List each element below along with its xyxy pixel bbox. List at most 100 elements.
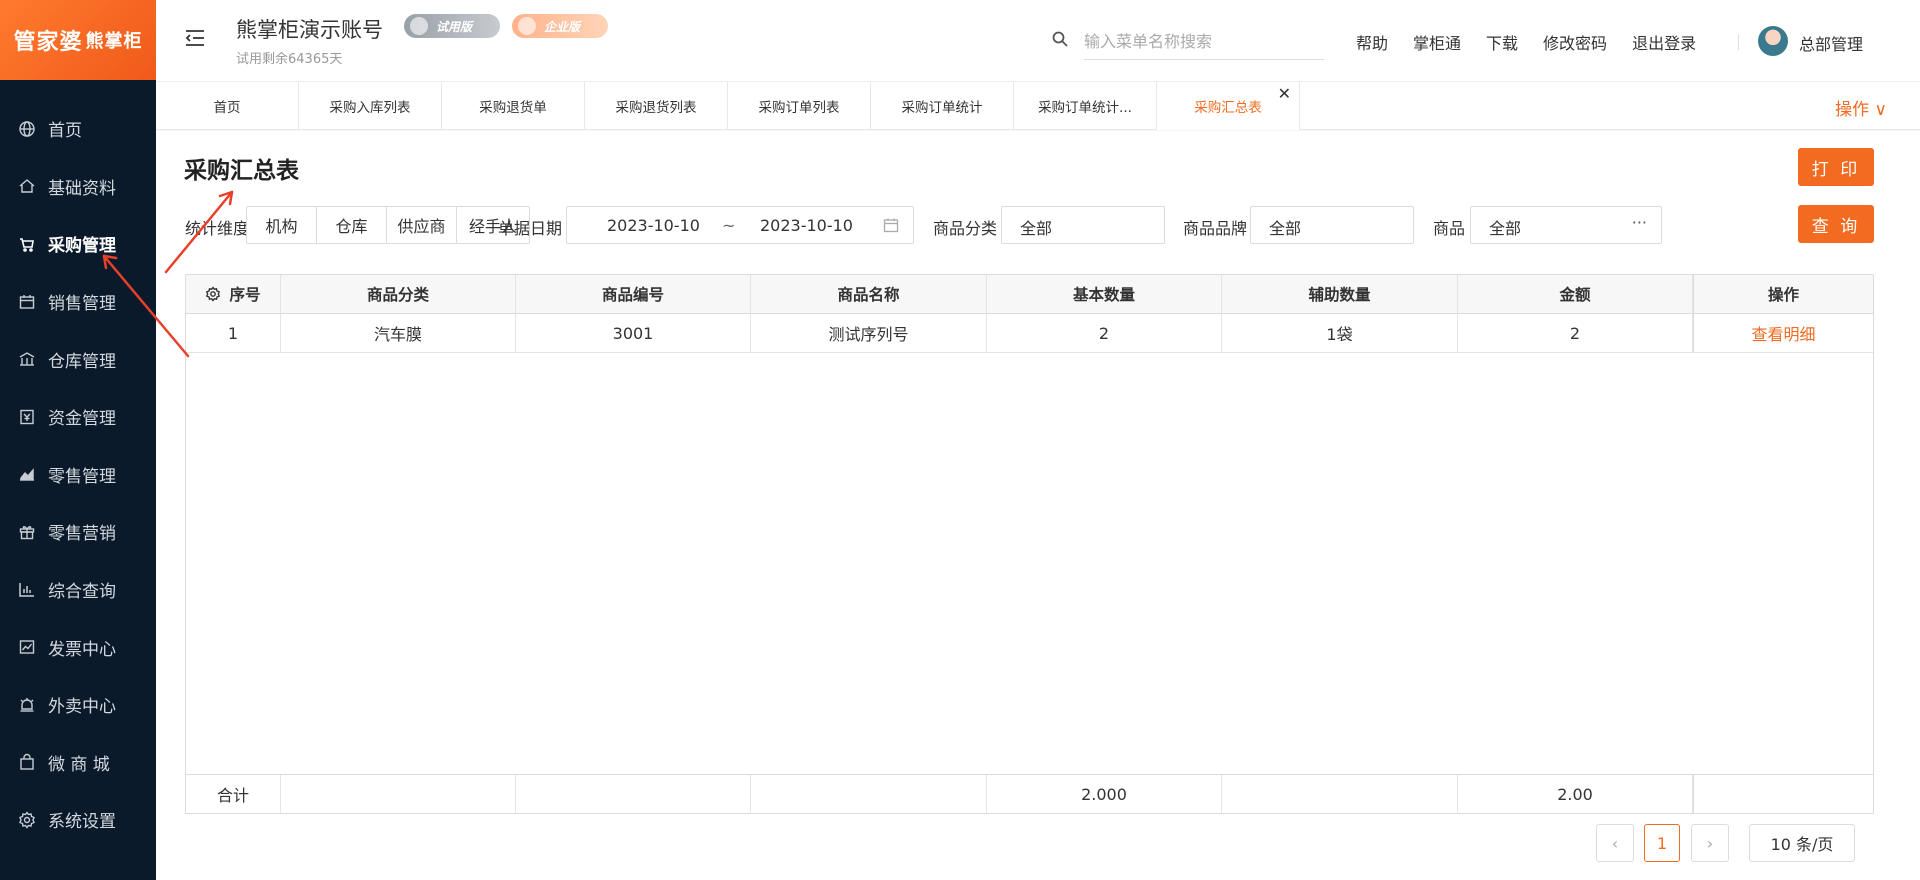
bar-chart-icon: [18, 581, 36, 599]
date-end[interactable]: 2023-10-10: [760, 216, 853, 235]
sidebar-item-mall[interactable]: 微 商 城: [0, 734, 156, 792]
table-total-row: 合计 2.000 2.00: [186, 774, 1873, 813]
cell-aux-qty: 1袋: [1222, 314, 1458, 352]
header-index[interactable]: 序号: [186, 275, 281, 313]
dimension-segmented-control: 机构 仓库 供应商 经手人: [246, 206, 530, 244]
dimension-supplier[interactable]: 供应商: [387, 207, 457, 243]
dimension-org[interactable]: 机构: [247, 207, 317, 243]
page-tabs: 首页 采购入库列表 采购退货单 采购退货列表 采购订单列表 采购订单统计 采购订…: [156, 82, 1920, 130]
page-title: 采购汇总表: [184, 158, 299, 184]
sidebar-item-label: 仓库管理: [48, 351, 116, 372]
table-row[interactable]: 1 汽车膜 3001 测试序列号 2 1袋 2 查看明细: [186, 314, 1873, 353]
header-label: 序号: [229, 286, 261, 304]
dimension-warehouse[interactable]: 仓库: [317, 207, 387, 243]
sidebar-item-retail-marketing[interactable]: 零售营销: [0, 503, 156, 561]
category-select[interactable]: 全部: [1001, 206, 1165, 244]
print-button[interactable]: 打 印: [1798, 148, 1874, 186]
home-icon: [18, 177, 36, 195]
brand-logo[interactable]: 管家婆 熊掌柜: [0, 0, 156, 80]
total-empty: [516, 775, 751, 813]
total-empty: [1693, 775, 1873, 813]
tab-purchase-return[interactable]: 采购退货单: [442, 82, 585, 130]
product-label: 商品: [1433, 219, 1466, 238]
close-icon[interactable]: ✕: [1278, 84, 1291, 103]
avatar[interactable]: [1758, 26, 1788, 56]
more-icon[interactable]: ···: [1632, 213, 1647, 232]
sidebar-item-label: 发票中心: [48, 639, 116, 660]
sidebar-item-label: 零售营销: [48, 524, 116, 545]
sidebar-item-label: 首页: [48, 121, 82, 142]
globe-icon: [18, 120, 36, 138]
brand-name: 管家婆: [13, 30, 83, 55]
header-category: 商品分类: [281, 275, 516, 313]
calendar-icon[interactable]: [883, 217, 899, 233]
tab-home[interactable]: 首页: [156, 82, 299, 130]
sidebar-item-takeout[interactable]: 外卖中心: [0, 676, 156, 734]
date-range-picker[interactable]: 2023-10-10 ~ 2023-10-10: [566, 206, 914, 244]
dimension-label: 统计维度: [185, 219, 250, 238]
header-actions: 操作: [1693, 275, 1873, 313]
sidebar-item-label: 采购管理: [48, 236, 116, 257]
sidebar-item-label: 资金管理: [48, 409, 116, 430]
sidebar-item-purchase[interactable]: 采购管理: [0, 215, 156, 273]
sidebar-item-label: 综合查询: [48, 582, 116, 603]
search-icon[interactable]: [1051, 30, 1069, 48]
menu-toggle-icon[interactable]: [184, 28, 206, 48]
sidebar-nav: 首页 基础资料 采购管理 销售管理 仓库管理 资金管理 零售管理 零售营销 综合…: [0, 80, 156, 849]
change-password-link[interactable]: 修改密码: [1543, 30, 1607, 54]
calendar-icon: [18, 293, 36, 311]
main-content: 采购汇总表 打 印 查 询 统计维度 机构 仓库 供应商 经手人 单据日期 20…: [156, 131, 1920, 880]
summary-table: 序号 商品分类 商品编号 商品名称 基本数量 辅助数量 金额 操作 1 汽车膜 …: [185, 274, 1874, 814]
tab-purchase-inbound-list[interactable]: 采购入库列表: [299, 82, 442, 130]
date-label: 单据日期: [498, 219, 563, 238]
warehouse-icon: [18, 350, 36, 368]
column-settings-icon[interactable]: [205, 286, 221, 302]
tab-purchase-order-stats-2[interactable]: 采购订单统计...: [1014, 82, 1157, 130]
sidebar-item-warehouse[interactable]: 仓库管理: [0, 330, 156, 388]
total-empty: [1222, 775, 1458, 813]
next-page-button[interactable]: ›: [1691, 824, 1729, 862]
download-link[interactable]: 下载: [1486, 30, 1518, 54]
page-size-select[interactable]: 10 条/页: [1749, 824, 1855, 862]
product-select[interactable]: 全部 ···: [1470, 206, 1662, 244]
zhangguitong-link[interactable]: 掌柜通: [1413, 30, 1461, 54]
badge-icon: [410, 17, 428, 35]
sidebar-item-invoice[interactable]: 发票中心: [0, 618, 156, 676]
cell-base-qty: 2: [987, 314, 1222, 352]
sidebar-item-label: 微 商 城: [48, 754, 110, 775]
page-number-button[interactable]: 1: [1644, 824, 1680, 862]
menu-search-input[interactable]: [1084, 24, 1324, 60]
date-start[interactable]: 2023-10-10: [607, 216, 700, 235]
tab-label: 采购汇总表: [1194, 100, 1262, 116]
user-name[interactable]: 总部管理: [1799, 31, 1863, 55]
logout-link[interactable]: 退出登录: [1632, 30, 1696, 54]
trial-badge-label: 试用版: [436, 19, 473, 34]
tab-purchase-summary[interactable]: 采购汇总表 ✕: [1157, 82, 1300, 130]
sidebar-item-sales[interactable]: 销售管理: [0, 273, 156, 331]
sidebar-item-funds[interactable]: 资金管理: [0, 388, 156, 446]
tabs-operations-dropdown[interactable]: 操作 ∨: [1835, 95, 1887, 120]
cell-amount: 2: [1458, 314, 1693, 352]
bag-icon: [18, 753, 36, 771]
query-button[interactable]: 查 询: [1798, 205, 1874, 243]
view-detail-link[interactable]: 查看明细: [1751, 321, 1815, 345]
tab-purchase-order-list[interactable]: 采购订单列表: [728, 82, 871, 130]
brand-select[interactable]: 全部: [1250, 206, 1414, 244]
cell-category: 汽车膜: [281, 314, 516, 352]
sidebar-item-home[interactable]: 首页: [0, 100, 156, 158]
help-link[interactable]: 帮助: [1356, 30, 1388, 54]
total-base-qty: 2.000: [987, 775, 1222, 813]
sidebar-item-settings[interactable]: 系统设置: [0, 791, 156, 849]
sidebar-item-basic-data[interactable]: 基础资料: [0, 158, 156, 216]
tab-purchase-order-stats[interactable]: 采购订单统计: [871, 82, 1014, 130]
cell-code: 3001: [516, 314, 751, 352]
cell-actions: 查看明细: [1693, 314, 1873, 352]
total-amount: 2.00: [1458, 775, 1693, 813]
prev-page-button[interactable]: ‹: [1596, 824, 1634, 862]
tab-purchase-return-list[interactable]: 采购退货列表: [585, 82, 728, 130]
top-header: 熊掌柜演示账号 试用版 企业版 试用剩余64365天 帮助 掌柜通 下载 修改密…: [156, 0, 1920, 82]
sidebar-item-label: 零售管理: [48, 466, 116, 487]
sidebar-item-query[interactable]: 综合查询: [0, 561, 156, 619]
trend-icon: [18, 638, 36, 656]
sidebar-item-retail[interactable]: 零售管理: [0, 446, 156, 504]
